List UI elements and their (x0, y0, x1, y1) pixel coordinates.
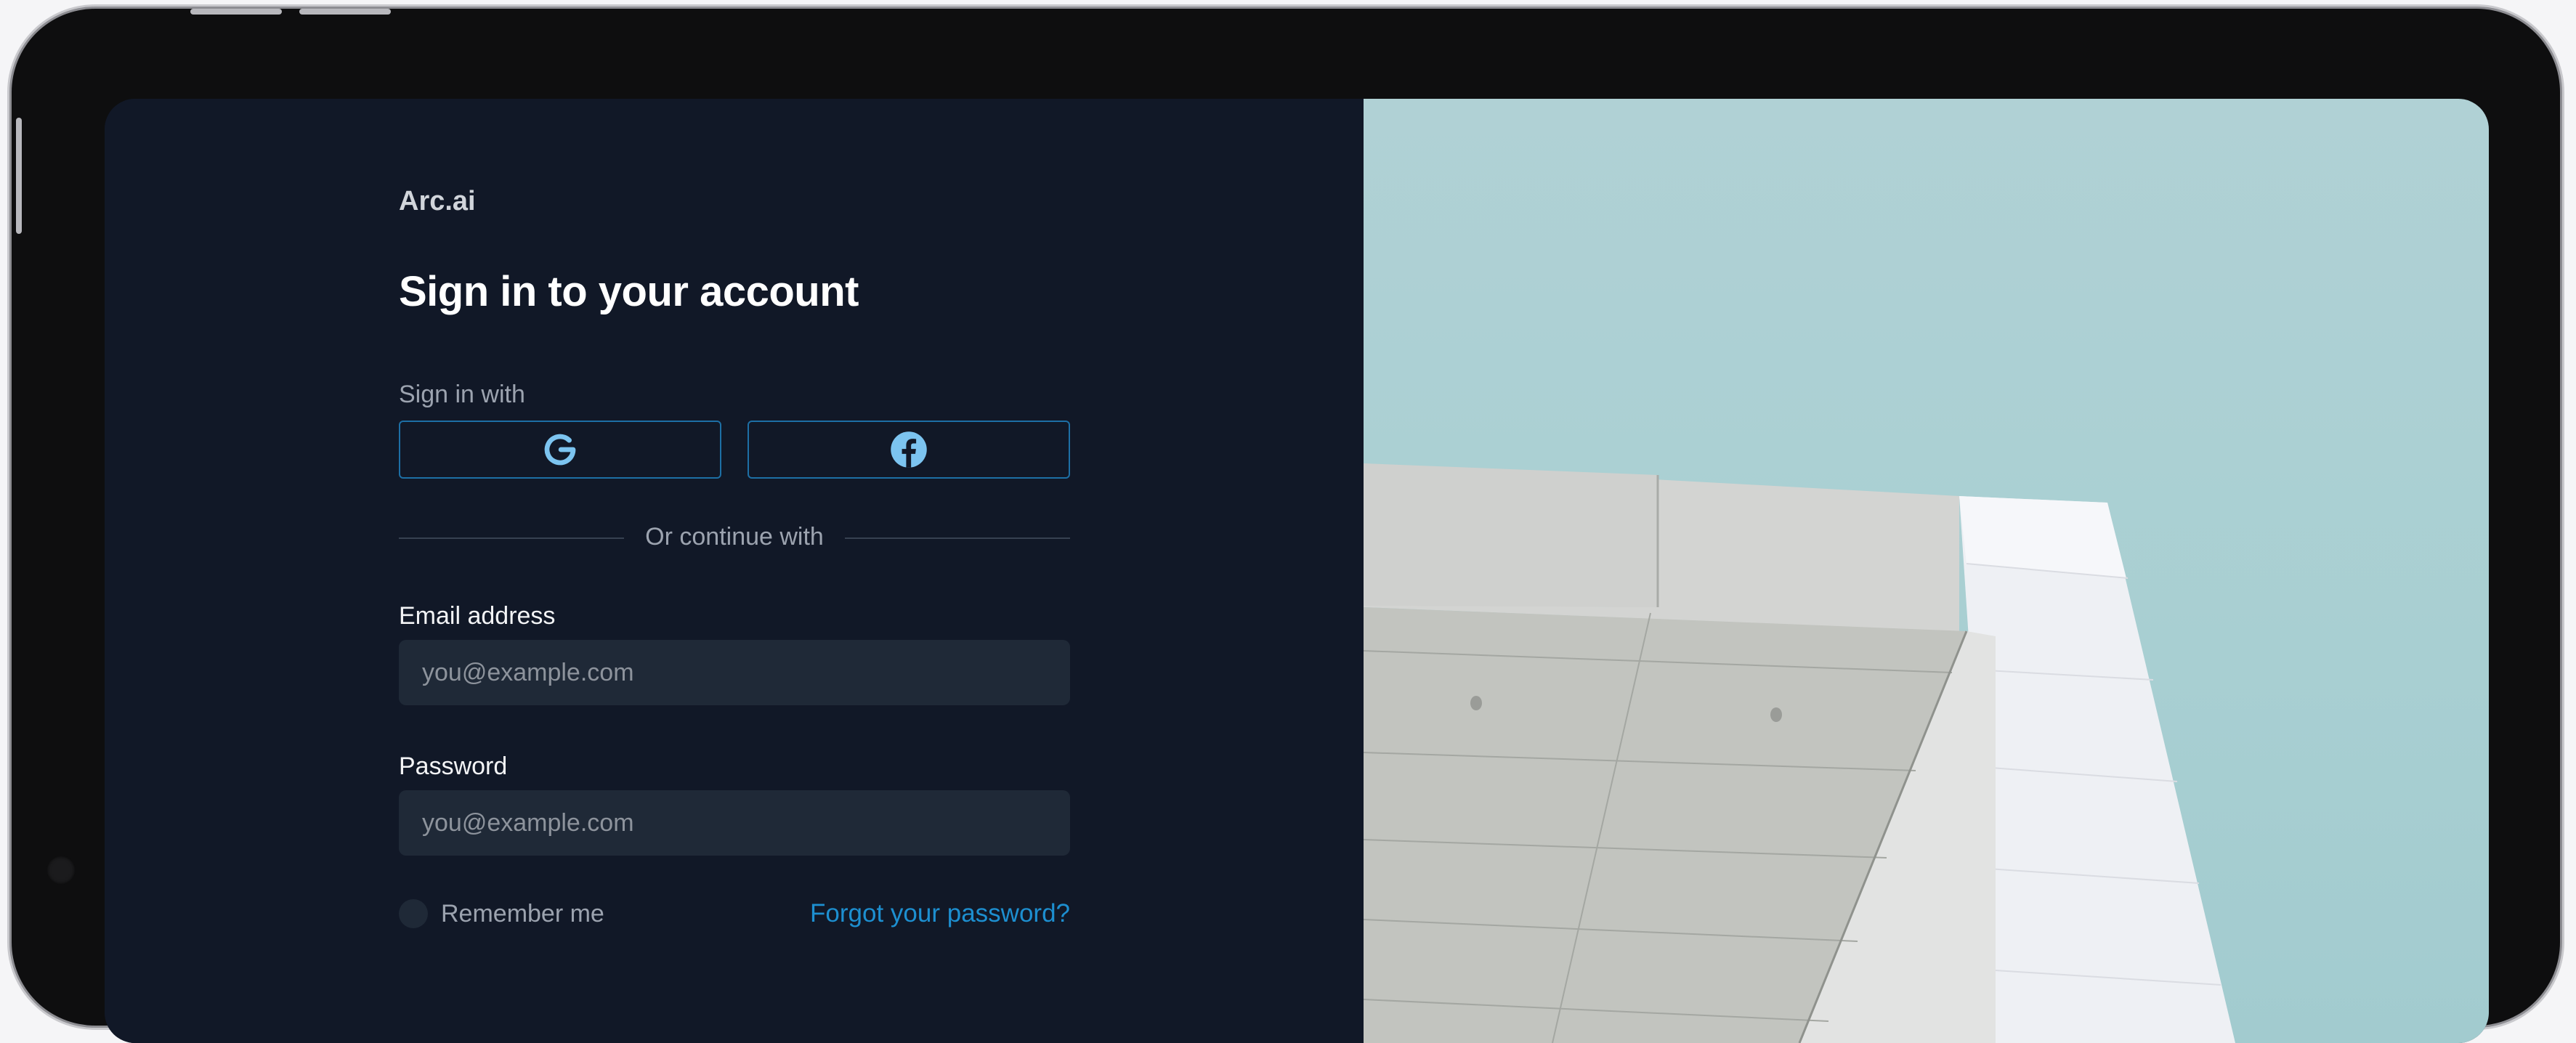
brand-logo: Arc.ai (399, 186, 476, 216)
divider-line-right (845, 537, 1070, 539)
forgot-password-link[interactable]: Forgot your password? (810, 899, 1070, 928)
password-label: Password (399, 752, 508, 780)
email-field[interactable]: you@example.com (399, 640, 1070, 705)
remember-me[interactable]: Remember me (399, 899, 604, 928)
facebook-icon (891, 431, 927, 468)
screen: Arc.ai Sign in to your account Sign in w… (105, 99, 2489, 1043)
tablet-frame: Arc.ai Sign in to your account Sign in w… (12, 9, 2560, 1043)
power-button (16, 118, 22, 234)
camera-icon (46, 856, 76, 885)
social-sign-in-label: Sign in with (399, 381, 525, 408)
remember-me-checkbox[interactable] (399, 899, 428, 928)
google-sign-in-button[interactable] (399, 421, 721, 479)
facebook-sign-in-button[interactable] (748, 421, 1070, 479)
hero-image (1364, 99, 2489, 1043)
building-image (1364, 463, 2235, 1043)
page-title: Sign in to your account (399, 268, 859, 315)
password-field[interactable]: you@example.com (399, 790, 1070, 856)
email-label: Email address (399, 602, 556, 630)
google-icon (544, 434, 576, 466)
sign-in-panel: Arc.ai Sign in to your account Sign in w… (105, 99, 1364, 1043)
volume-button (190, 9, 282, 15)
volume-button (299, 9, 391, 15)
remember-me-label: Remember me (441, 899, 604, 928)
